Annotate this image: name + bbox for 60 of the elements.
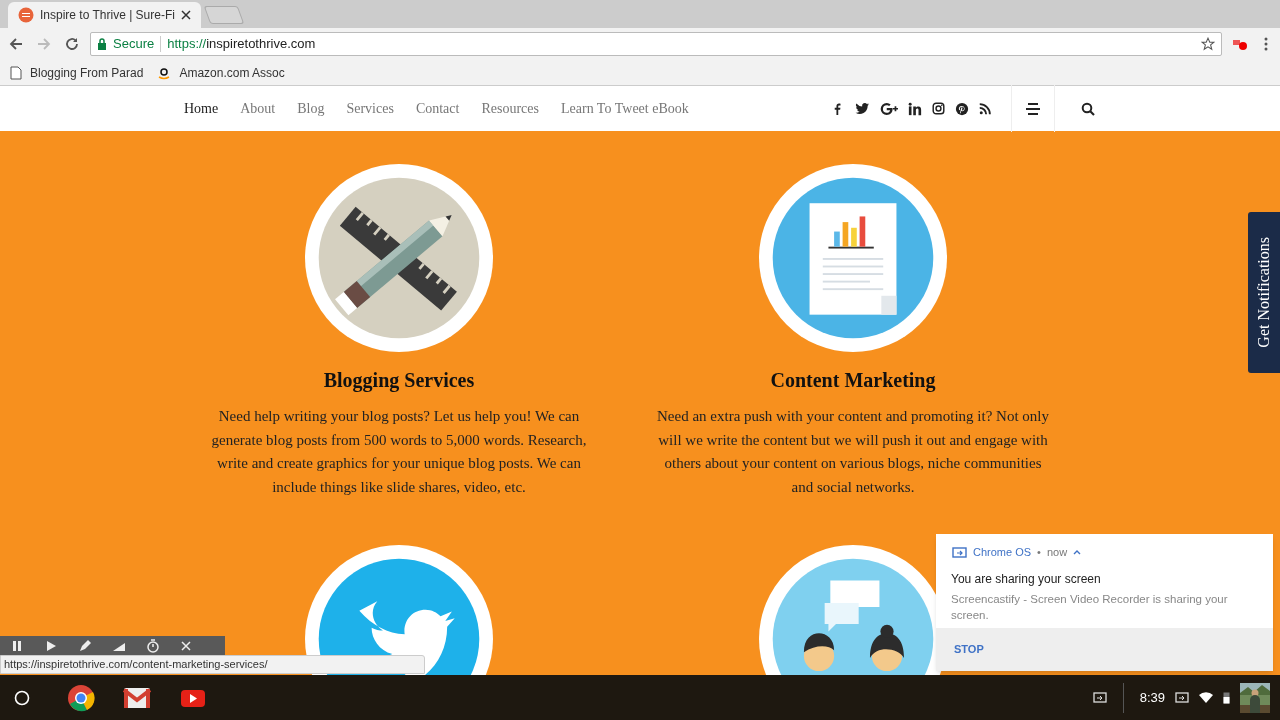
status-url: https://inspiretothrive.com/content-marketing-services/ [0,655,425,674]
service-description: Need help writing your blog posts? Let us help you! We can generate blog posts from 500 words to 5,000 words. Research, write and create graphics for your unique blog posts. We can include things like slide shares, video, etc. [210,407,588,497]
chart-bar [851,227,857,247]
nav-link[interactable]: Blog [297,98,325,119]
notification-time: now [1046,545,1068,560]
bookmark-star-icon[interactable] [1201,37,1215,51]
url-text: https://inspiretothrive.com [167,35,317,54]
menu-icon[interactable] [1026,102,1040,115]
pause-icon[interactable] [10,639,24,653]
service-description: Need an extra push with your content and promoting it? Not only will we write the content but we will push it out and engage with others about your content on various blogs, niche communities and social networks. [656,407,1050,497]
back-icon[interactable] [8,36,24,52]
reload-icon[interactable] [64,36,80,52]
bookmark-item[interactable]: Blogging From Parad [10,61,144,84]
amazon-smile-icon [157,65,172,80]
launcher-icon[interactable] [14,689,30,706]
screen-cast-icon[interactable] [1092,692,1107,703]
address-bar[interactable]: Secure https://inspiretothrive.com [90,32,1222,56]
separator-dot: • [1037,545,1041,560]
notifications-tab[interactable]: Get Notifications [1248,212,1280,373]
nav-link[interactable]: Learn To Tweet eBook [561,98,689,119]
bird-icon[interactable] [855,101,870,116]
rss-icon[interactable] [979,102,991,115]
nav-link[interactable]: About [240,98,276,119]
lock-icon [97,38,107,50]
stop-button[interactable]: STOP [946,637,992,662]
tab-title: Inspire to Thrive | Sure-Fi [40,7,175,24]
nav-link[interactable]: Home [184,98,219,119]
browser-tab[interactable]: Inspire to Thrive | Sure-Fi [8,2,201,28]
camera-icon[interactable] [932,102,945,115]
battery-icon [1223,691,1230,704]
screen-cast-icon [952,546,967,558]
page-icon [10,65,22,80]
wifi-icon [1199,692,1213,703]
site-favicon-icon [18,7,34,23]
chart-bar [859,216,866,247]
collapse-icon[interactable] [1073,549,1082,556]
menu-icon[interactable] [1264,37,1268,51]
close-icon[interactable] [180,10,191,20]
search-icon[interactable] [1081,101,1095,116]
pen-icon[interactable] [78,639,92,653]
nav-link[interactable]: Services [346,98,394,119]
browser-app-icon[interactable] [67,683,95,712]
chart-bar [842,222,849,247]
notification-source: Chrome OS [973,545,1032,560]
bookmark-item[interactable]: Amazon.com Assoc [157,61,285,84]
notification-title: You are sharing your screen [951,570,1102,588]
nav-link[interactable]: Contact [415,98,460,119]
linkedin-icon[interactable] [908,101,922,116]
notification-body: Screencastify - Screen Video Recorder is sharing your screen. [951,591,1229,623]
chart-bar [834,231,840,247]
record-extension-icon[interactable] [1232,37,1248,51]
play-icon[interactable] [44,639,58,653]
timer-icon[interactable] [146,639,160,653]
clock-time: 8:39 [1139,688,1165,707]
service-title: Content Marketing [770,368,936,393]
secure-label: Secure [113,35,155,54]
pin-icon[interactable] [955,101,969,116]
nav-link[interactable]: Resources [481,98,539,119]
service-title: Blogging Services [323,368,475,393]
screen-cast-icon [1175,692,1189,703]
